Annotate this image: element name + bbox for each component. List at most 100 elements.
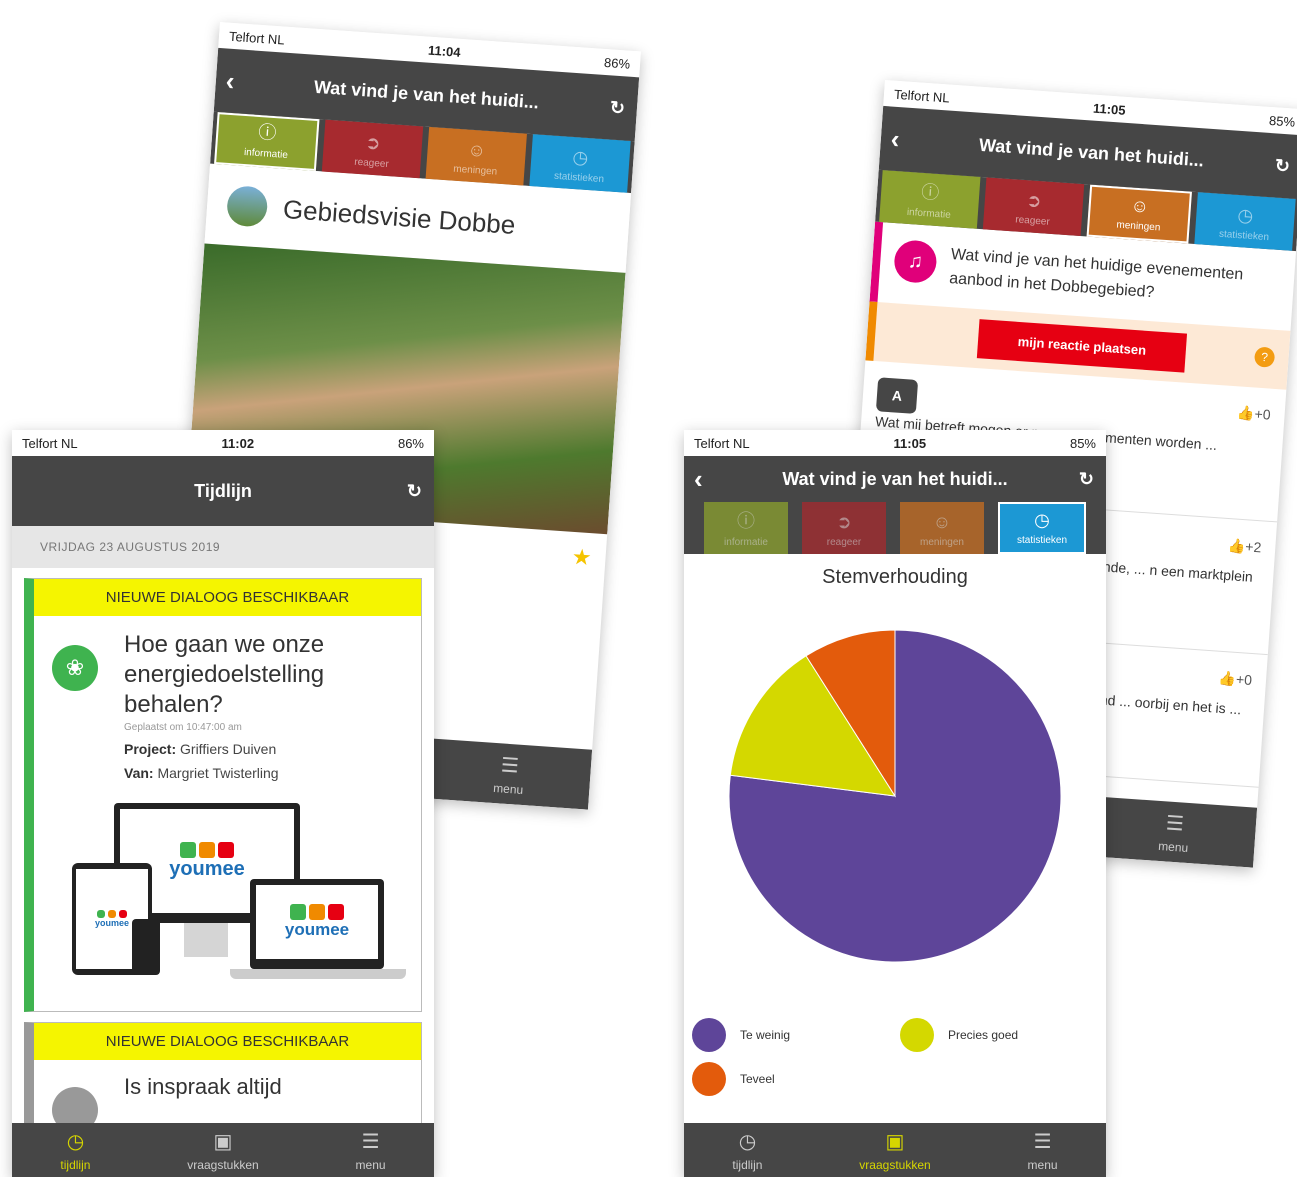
back-button[interactable]: ‹: [694, 464, 703, 495]
tab-reageer[interactable]: ➲ reageer: [321, 119, 424, 179]
tab-label: meningen: [452, 163, 498, 178]
menu-icon: ☰: [1033, 1130, 1052, 1153]
like-value: +2: [1244, 538, 1262, 556]
tab-bar: ⓘ informatie ➲ reageer ☺ meningen ◷ statisti…: [684, 502, 1106, 554]
nav-label: menu: [1157, 838, 1189, 855]
battery: 86%: [397, 435, 424, 451]
time: 11:05: [1092, 100, 1127, 118]
nav-menu[interactable]: ☰ menu: [493, 752, 526, 797]
tab-meningen[interactable]: ☺ meningen: [425, 126, 527, 186]
status-bar: Telfort NL 11:02 86%: [12, 430, 434, 456]
laptop-base: [230, 969, 406, 979]
author-value: Margriet Twisterling: [157, 765, 279, 781]
tab-informatie[interactable]: ⓘ informatie: [879, 170, 981, 229]
legend-swatch: [692, 1062, 726, 1096]
question-text: Wat vind je van het huidige evenementen …: [948, 246, 1244, 302]
tab-label: reageer: [353, 156, 390, 171]
laptop-image: youmee: [250, 879, 384, 969]
menu-icon: ☰: [361, 1130, 380, 1153]
logo-text: youmee: [94, 918, 129, 928]
star-icon[interactable]: ★: [571, 544, 592, 571]
clock-icon: ◷: [738, 1130, 757, 1153]
legend-swatch: [692, 1018, 726, 1052]
people-icon: ☺: [932, 512, 952, 532]
carrier: Telfort NL: [22, 435, 78, 451]
menu-icon: ☰: [500, 753, 520, 778]
refresh-icon[interactable]: ↻: [609, 97, 625, 119]
chart-icon: ◷: [1034, 510, 1050, 530]
post-reaction-button[interactable]: mijn reactie plaatsen: [976, 319, 1188, 373]
logo-orange-icon: [108, 910, 116, 918]
tab-statistieken[interactable]: ◷ statistieken: [998, 502, 1086, 554]
new-dialog-badge: NIEUWE DIALOOG BESCHIKBAAR: [34, 579, 421, 616]
time: 11:05: [893, 435, 927, 451]
posted-time: Geplaatst om 10:47:00 am: [124, 722, 242, 733]
help-icon[interactable]: ?: [1253, 346, 1276, 368]
tab-informatie[interactable]: ⓘ informatie: [214, 112, 320, 172]
battery: 85%: [1268, 112, 1296, 130]
carrier: Telfort NL: [893, 86, 951, 106]
tab-label: reageer: [826, 537, 862, 548]
nav-vraagstukken[interactable]: ▣ vraagstukken: [187, 1129, 258, 1172]
like-value: +0: [1235, 670, 1253, 689]
like-count[interactable]: 👍+2: [1227, 535, 1262, 558]
tab-meningen[interactable]: ☺ meningen: [900, 502, 984, 554]
like-count[interactable]: 👍+0: [1218, 668, 1253, 691]
logo-red-icon: [328, 904, 344, 920]
logo-green-icon: [97, 910, 105, 918]
nav-vraagstukken[interactable]: ▣ vraagstukken: [859, 1129, 930, 1172]
battery: 85%: [1069, 435, 1096, 451]
back-button[interactable]: ‹: [225, 65, 236, 97]
battery: 86%: [603, 54, 631, 72]
refresh-icon[interactable]: ↻: [1079, 469, 1094, 490]
tab-label: reageer: [1014, 214, 1051, 228]
nav-menu[interactable]: ☰ menu: [1028, 1129, 1058, 1172]
nav-label: tijdlijn: [60, 1157, 91, 1172]
carrier: Telfort NL: [694, 435, 750, 451]
legend-swatch: [900, 1018, 934, 1052]
legend-label: Te weinig: [740, 1028, 791, 1042]
app-bar: ‹ Wat vind je van het huidi... ↻: [684, 456, 1106, 502]
tab-meningen[interactable]: ☺ meningen: [1086, 184, 1192, 244]
refresh-icon[interactable]: ↻: [1274, 155, 1290, 177]
author-label: Van:: [124, 765, 154, 781]
logo-icons: [180, 841, 234, 858]
project-thumbnail: [225, 185, 269, 228]
tab-statistieken[interactable]: ◷ statistieken: [1194, 192, 1296, 251]
nav-label: vraagstukken: [859, 1157, 931, 1172]
tab-reageer[interactable]: ➲ reageer: [802, 502, 886, 554]
inbox-icon: ▣: [213, 1130, 233, 1153]
nav-tijdlijn[interactable]: ◷ tijdlijn: [732, 1129, 762, 1172]
chart-icon: ◷: [1236, 204, 1254, 226]
phone-image: [132, 919, 160, 975]
project-value: Griffiers Duiven: [180, 741, 277, 757]
nav-menu[interactable]: ☰ menu: [356, 1129, 386, 1172]
tab-label: statistieken: [1218, 228, 1270, 244]
dialog-title: Is inspraak altijd: [124, 1074, 282, 1099]
refresh-icon[interactable]: ↻: [407, 481, 422, 502]
like-count[interactable]: 👍+0: [1236, 402, 1271, 425]
dialog-card[interactable]: NIEUWE DIALOOG BESCHIKBAAR ❀ Hoe gaan we…: [24, 578, 422, 1012]
logo-text: youmee: [284, 920, 350, 939]
project-label: Project:: [124, 741, 177, 757]
dialog-title: Hoe gaan we onze energiedoelstelling beh…: [124, 631, 325, 718]
tab-informatie[interactable]: ⓘ informatie: [704, 502, 788, 554]
pie-chart: [728, 629, 1062, 963]
bottom-nav: ◷ tijdlijn ▣ vraagstukken ☰ menu: [684, 1123, 1106, 1177]
info-icon: ⓘ: [737, 511, 755, 531]
music-icon: ♫: [892, 239, 938, 284]
legend-item: Te weinig: [692, 1018, 790, 1052]
info-icon: ⓘ: [257, 121, 278, 144]
phone-timeline-screen: Telfort NL 11:02 86% Tijdlijn ↻ VRIJDAG …: [12, 430, 434, 1177]
tab-label: informatie: [906, 206, 952, 221]
back-button[interactable]: ‹: [890, 123, 901, 155]
time: 11:04: [427, 42, 462, 60]
tab-label: meningen: [1116, 219, 1161, 234]
nav-label: tijdlijn: [732, 1157, 763, 1172]
tab-statistieken[interactable]: ◷ statistieken: [529, 134, 631, 193]
nav-menu[interactable]: ☰ menu: [1158, 810, 1191, 855]
tab-reageer[interactable]: ➲ reageer: [982, 177, 1085, 237]
date-header: VRIJDAG 23 AUGUSTUS 2019: [12, 526, 434, 568]
nav-label: menu: [492, 780, 524, 797]
nav-tijdlijn[interactable]: ◷ tijdlijn: [60, 1129, 90, 1172]
